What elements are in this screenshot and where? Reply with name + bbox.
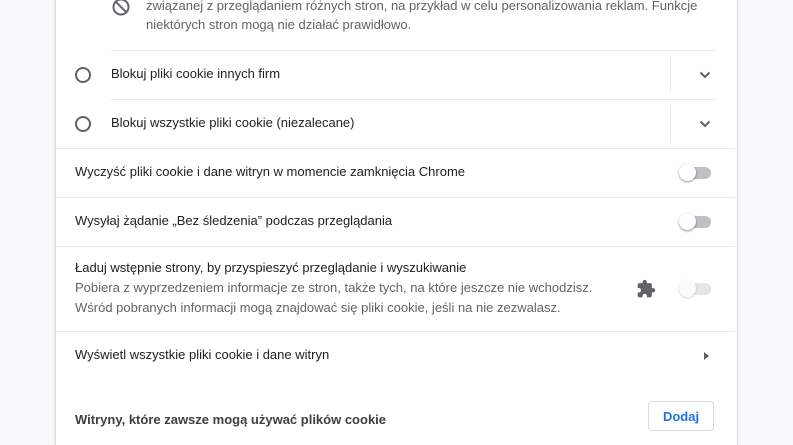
preload-label: Ładuj wstępnie strony, by przyspieszyć p… [75,260,467,275]
always-allow-heading: Witryny, które zawsze mogą używać plików… [75,412,387,427]
block-option-description-line1: związanej z przeglądaniem różnych stron,… [146,0,698,13]
toggle-knob [679,213,696,230]
radio-block-third-party-label: Blokuj pliki cookie innych firm [111,66,281,81]
divider [670,57,671,93]
toggle-knob [679,280,696,297]
radio-block-all[interactable] [75,116,91,132]
do-not-track-toggle[interactable] [679,213,713,233]
do-not-track-label: Wysyłaj żądanie „Bez śledzenia” podczas … [75,213,393,228]
preload-description-line2: Wśród pobranych informacji mogą znajdowa… [75,300,561,315]
add-site-button[interactable]: Dodaj [648,401,714,431]
preload-toggle[interactable] [679,280,713,300]
divider [670,106,671,142]
divider [111,50,715,51]
divider [56,246,735,247]
block-option-description-line2: niektórych stron mogą nie działać prawid… [146,17,412,32]
arrow-right-icon [700,349,712,367]
all-cookies-link-label: Wyświetl wszystkie pliki cookie i dane w… [75,347,330,362]
toggle-knob [679,164,696,181]
clear-on-exit-toggle[interactable] [679,164,713,184]
chevron-down-icon[interactable] [697,67,713,88]
preload-description-line1: Pobiera z wyprzedzeniem informacje ze st… [75,280,593,295]
clear-on-exit-label: Wyczyść pliki cookie i dane witryn w mom… [75,164,466,179]
divider [56,331,735,332]
chevron-down-icon[interactable] [697,116,713,137]
divider [111,99,715,100]
block-icon [111,0,131,22]
radio-block-third-party[interactable] [75,67,91,83]
radio-block-all-label: Blokuj wszystkie pliki cookie (niezaleca… [111,115,355,130]
extension-puzzle-icon[interactable] [636,279,656,304]
divider [56,197,735,198]
divider [56,148,735,149]
